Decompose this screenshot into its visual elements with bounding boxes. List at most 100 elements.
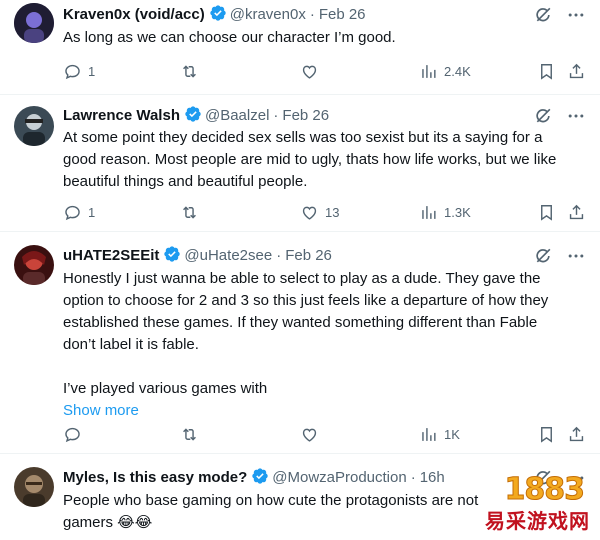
action-bar: 1 13 1.3K: [63, 201, 590, 223]
grok-icon[interactable]: [534, 106, 554, 126]
share-icon: [569, 63, 584, 78]
text-line: As long as we can choose our character I…: [63, 29, 396, 46]
watermark-number: 1883: [504, 472, 585, 508]
verified-badge-icon: [163, 245, 181, 270]
heart-icon: [302, 65, 317, 79]
retweet-button[interactable]: [180, 60, 205, 82]
reply-button[interactable]: 1: [63, 60, 95, 82]
more-options-icon[interactable]: [566, 106, 586, 126]
header-actions: [534, 4, 586, 26]
display-name[interactable]: Lawrence Walsh: [63, 107, 180, 124]
bookmark-icon: [541, 426, 552, 443]
more-options-icon[interactable]: [566, 5, 586, 25]
retweet-button[interactable]: [180, 201, 205, 223]
retweet-icon: [183, 205, 196, 219]
bookmark-icon: [541, 63, 552, 80]
view-count: 1.3K: [444, 204, 471, 220]
watermark-text: 易采游戏网: [485, 509, 590, 533]
tweet-header: Kraven0x (void/acc) @kraven0x · Feb 26: [63, 4, 530, 26]
handle[interactable]: @uHate2see: [184, 247, 272, 264]
separator-dot: ·: [410, 469, 416, 486]
share-button[interactable]: [567, 201, 586, 223]
text-line: I’ve played various games with: [63, 380, 268, 397]
display-name[interactable]: uHATE2SEEit: [63, 247, 159, 264]
text-line: established these games. If they wanted …: [63, 314, 538, 331]
avatar[interactable]: [14, 467, 54, 507]
tweet-header: uHATE2SEEit @uHate2see · Feb 26: [63, 245, 530, 267]
handle[interactable]: @Baalzel: [205, 107, 269, 124]
avatar[interactable]: [14, 3, 54, 43]
avatar-image: [14, 3, 54, 43]
bookmark-button[interactable]: [537, 423, 556, 445]
tweet-card[interactable]: uHATE2SEEit @uHate2see · Feb 26 Honestly I …: [0, 233, 600, 454]
tweet-text: Honestly I just wanna be able to select …: [63, 268, 582, 422]
views-icon: [422, 64, 436, 78]
show-more-link[interactable]: Show more: [63, 400, 582, 422]
action-bar: 1K: [63, 423, 590, 445]
retweet-icon: [183, 427, 196, 441]
view-count: 1K: [444, 426, 460, 442]
avatar[interactable]: [14, 245, 54, 285]
handle[interactable]: @MowzaProduction: [272, 469, 406, 486]
views-icon: [422, 205, 436, 219]
views-button[interactable]: 2.4K: [419, 60, 471, 82]
share-icon: [569, 204, 584, 219]
avatar-image: [14, 245, 54, 285]
display-name[interactable]: Kraven0x (void/acc): [63, 6, 205, 23]
bookmark-button[interactable]: [537, 60, 556, 82]
separator-dot: ·: [309, 6, 315, 23]
verified-badge-icon: [209, 4, 227, 29]
timestamp[interactable]: Feb 26: [282, 107, 329, 124]
text-line: good reason. Most people are mid to ugly…: [63, 151, 557, 168]
reply-icon: [65, 64, 80, 79]
heart-icon: [302, 206, 317, 220]
reply-button[interactable]: 1: [63, 201, 95, 223]
verified-badge-icon: [251, 467, 269, 492]
more-options-icon[interactable]: [566, 246, 586, 266]
tweet-card[interactable]: Kraven0x (void/acc) @kraven0x · Feb 26 As l…: [0, 0, 600, 95]
display-name[interactable]: Myles, Is this easy mode?: [63, 469, 247, 486]
tweet-text: As long as we can choose our character I…: [63, 27, 582, 49]
text-line: option to choose for 2 and 3 so this jus…: [63, 292, 549, 309]
action-bar: 1 2.4K: [63, 60, 590, 82]
reply-count: 1: [88, 204, 96, 220]
separator-dot: ·: [273, 107, 279, 124]
avatar-image: [14, 106, 54, 146]
grok-icon[interactable]: [534, 246, 554, 266]
reply-icon: [65, 427, 80, 442]
header-actions: [534, 245, 586, 267]
handle[interactable]: @kraven0x: [230, 6, 306, 23]
text-line: beautiful things and beautiful people.: [63, 173, 308, 190]
bookmark-icon: [541, 204, 552, 221]
share-button[interactable]: [567, 60, 586, 82]
retweet-button[interactable]: [180, 423, 205, 445]
view-count: 2.4K: [444, 63, 471, 79]
site-watermark: 1883 易采游戏网: [440, 472, 590, 534]
like-button[interactable]: 13: [300, 201, 339, 223]
like-button[interactable]: [300, 423, 325, 445]
header-actions: [534, 105, 586, 127]
timestamp[interactable]: Feb 26: [319, 6, 366, 23]
tweet-card[interactable]: Lawrence Walsh @Baalzel · Feb 26 At some po…: [0, 96, 600, 232]
views-button[interactable]: 1K: [419, 423, 460, 445]
timestamp[interactable]: Feb 26: [285, 247, 332, 264]
like-button[interactable]: [300, 60, 325, 82]
bookmark-button[interactable]: [537, 201, 556, 223]
avatar[interactable]: [14, 106, 54, 146]
text-line: don’t label it is fable.: [63, 336, 199, 353]
avatar-image: [14, 467, 54, 507]
heart-icon: [302, 428, 317, 442]
share-icon: [569, 426, 584, 441]
text-line: Honestly I just wanna be able to select …: [63, 270, 541, 287]
like-count: 13: [325, 204, 340, 220]
reply-button[interactable]: [63, 423, 88, 445]
share-button[interactable]: [567, 423, 586, 445]
text-line: At some point they decided sex sells was…: [63, 129, 543, 146]
grok-icon[interactable]: [534, 5, 554, 25]
views-button[interactable]: 1.3K: [419, 201, 471, 223]
reply-count: 1: [88, 63, 96, 79]
retweet-icon: [183, 64, 196, 78]
views-icon: [422, 427, 436, 441]
tweet-text: At some point they decided sex sells was…: [63, 127, 582, 193]
tweet-header: Lawrence Walsh @Baalzel · Feb 26: [63, 105, 530, 127]
